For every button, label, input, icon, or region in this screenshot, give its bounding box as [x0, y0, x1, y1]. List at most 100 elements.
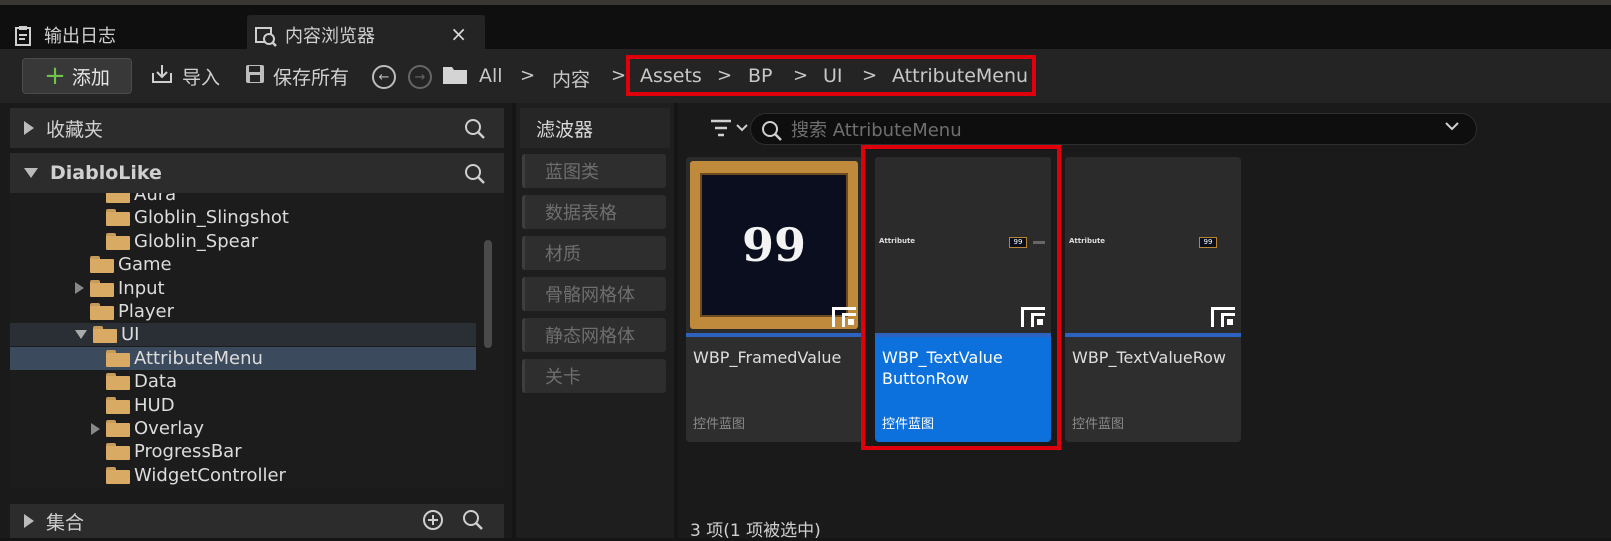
breadcrumb-highlight-box	[626, 55, 1036, 96]
project-header[interactable]: DiabloLike	[10, 153, 504, 193]
item-count-status: 3 项(1 项被选中)	[690, 521, 821, 541]
back-arrow-icon[interactable]: ←	[372, 65, 396, 89]
plus-icon: +	[44, 61, 66, 91]
folder-icon	[93, 326, 117, 344]
forward-arrow-icon[interactable]: →	[408, 65, 432, 89]
folder-tree-item-label: Globlin_Spear	[134, 230, 259, 252]
collections-label: 集合	[46, 511, 85, 534]
asset-tile[interactable]: Attribute 99 WBP_TextValueRow 控件蓝图	[1065, 157, 1241, 442]
folder-tree-item[interactable]: HUD	[10, 394, 476, 417]
selected-asset-highlight-box	[861, 145, 1061, 450]
search-icon[interactable]	[464, 118, 485, 139]
favorites-label: 收藏夹	[46, 118, 104, 141]
favorites-header[interactable]: 收藏夹	[10, 108, 504, 148]
folder-tree-item-label: Globlin_Slingshot	[134, 207, 289, 229]
filter-data-table[interactable]: 数据表格	[522, 195, 666, 229]
breadcrumb-all[interactable]: All	[479, 65, 503, 87]
folder-tree-item[interactable]: Game	[10, 253, 476, 276]
folder-tree-item[interactable]: AttributeMenu	[10, 346, 476, 370]
folder-tree-item-label: UI	[121, 324, 140, 346]
folder-icon[interactable]	[442, 64, 468, 90]
folder-tree-item[interactable]: WidgetController	[10, 464, 476, 487]
expand-arrow-icon	[24, 514, 34, 528]
folder-tree-item[interactable]: Globlin_Slingshot	[10, 206, 476, 229]
folder-tree-item[interactable]: ProgressBar	[10, 440, 476, 463]
breadcrumb-separator-icon: >	[611, 65, 627, 86]
chevron-down-icon[interactable]	[1444, 118, 1460, 138]
folder-tree-item-label: Input	[118, 277, 165, 299]
folder-tree-item[interactable]: Input	[10, 277, 476, 300]
collapse-arrow-icon	[24, 168, 38, 178]
folder-icon	[90, 279, 114, 297]
add-button[interactable]: + 添加	[22, 58, 132, 94]
filter-header: 滤波器	[520, 108, 670, 148]
folder-tree-item[interactable]: Data	[10, 370, 476, 393]
folder-tree-item[interactable]: Player	[10, 300, 476, 323]
folder-tree-item-label: Player	[118, 301, 175, 322]
tab-content-browser-label: 内容浏览器	[285, 25, 375, 47]
save-all-label: 保存所有	[273, 66, 350, 89]
folder-tree[interactable]: Aura Globlin_Slingshot Globlin_Spear Game In…	[10, 193, 504, 488]
asset-type: 控件蓝图	[693, 417, 746, 432]
project-label: DiabloLike	[50, 162, 162, 184]
folder-tree-item-label: HUD	[134, 394, 175, 416]
asset-type-bar	[686, 333, 862, 337]
asset-tile[interactable]: 99 WBP_FramedValue 控件蓝图	[686, 157, 862, 442]
import-icon	[150, 63, 174, 90]
text-value-row-preview: Attribute 99	[1069, 237, 1237, 249]
search-icon[interactable]	[464, 163, 485, 184]
collections-header[interactable]: 集合	[10, 504, 504, 538]
search-placeholder: 搜索 AttributeMenu	[791, 120, 962, 141]
folder-tree-item[interactable]: Aura	[10, 193, 476, 206]
expand-arrow-icon[interactable]	[75, 282, 84, 295]
folder-icon	[106, 396, 130, 414]
folder-icon	[106, 443, 130, 461]
expand-arrow-icon	[24, 121, 34, 135]
framed-value-number: 99	[700, 173, 848, 317]
filter-level[interactable]: 关卡	[522, 359, 666, 393]
tree-scrollbar[interactable]	[484, 240, 492, 348]
asset-thumbnail: 99	[686, 157, 862, 333]
folder-icon	[106, 349, 130, 367]
folder-tree-item[interactable]: Globlin_Spear	[10, 230, 476, 253]
asset-name: WBP_FramedValue	[693, 348, 842, 367]
folder-icon	[90, 256, 114, 274]
folder-icon	[106, 420, 130, 437]
import-label: 导入	[182, 66, 221, 89]
folder-tree-item-label: Aura	[134, 193, 177, 205]
search-icon	[761, 120, 782, 141]
filter-panel: 滤波器 蓝图类 数据表格 材质 骨骼网格体 静态网格体 关卡	[516, 103, 674, 538]
import-button[interactable]: 导入	[150, 58, 220, 94]
breadcrumb-content[interactable]: 内容	[552, 65, 590, 92]
filter-blueprint-class[interactable]: 蓝图类	[522, 154, 666, 188]
folder-tree-item[interactable]: Overlay	[10, 417, 476, 440]
save-all-button[interactable]: 保存所有	[245, 58, 349, 94]
content-browser-icon	[255, 25, 277, 47]
folder-icon	[106, 232, 130, 250]
widget-blueprint-icon	[1211, 307, 1235, 327]
filter-material[interactable]: 材质	[522, 236, 666, 270]
folder-icon	[90, 303, 114, 320]
folder-tree-item[interactable]: UI	[10, 323, 476, 347]
folder-icon	[106, 466, 130, 484]
filter-static-mesh[interactable]: 静态网格体	[522, 318, 666, 352]
widget-blueprint-icon	[832, 307, 856, 327]
asset-name: WBP_TextValueRow	[1072, 348, 1227, 367]
log-icon	[14, 25, 34, 46]
tab-output-log-label: 输出日志	[44, 25, 116, 47]
close-icon[interactable]: ×	[450, 22, 467, 46]
filter-icon[interactable]	[710, 118, 748, 138]
collapse-arrow-icon[interactable]	[75, 330, 87, 340]
preview-value-box: 99	[1199, 237, 1217, 248]
asset-thumbnail: Attribute 99	[1065, 157, 1241, 333]
folder-tree-item-label: Overlay	[134, 418, 204, 439]
folder-tree-item-label: Game	[118, 254, 172, 276]
asset-search-input[interactable]: 搜索 AttributeMenu	[750, 113, 1477, 145]
folder-icon	[106, 193, 130, 203]
search-icon[interactable]	[462, 509, 484, 536]
add-circle-icon[interactable]	[422, 509, 444, 536]
expand-arrow-icon[interactable]	[91, 422, 100, 435]
add-button-label: 添加	[71, 66, 110, 89]
filter-skeletal-mesh[interactable]: 骨骼网格体	[522, 277, 666, 311]
preview-attribute-label: Attribute	[1069, 237, 1106, 245]
